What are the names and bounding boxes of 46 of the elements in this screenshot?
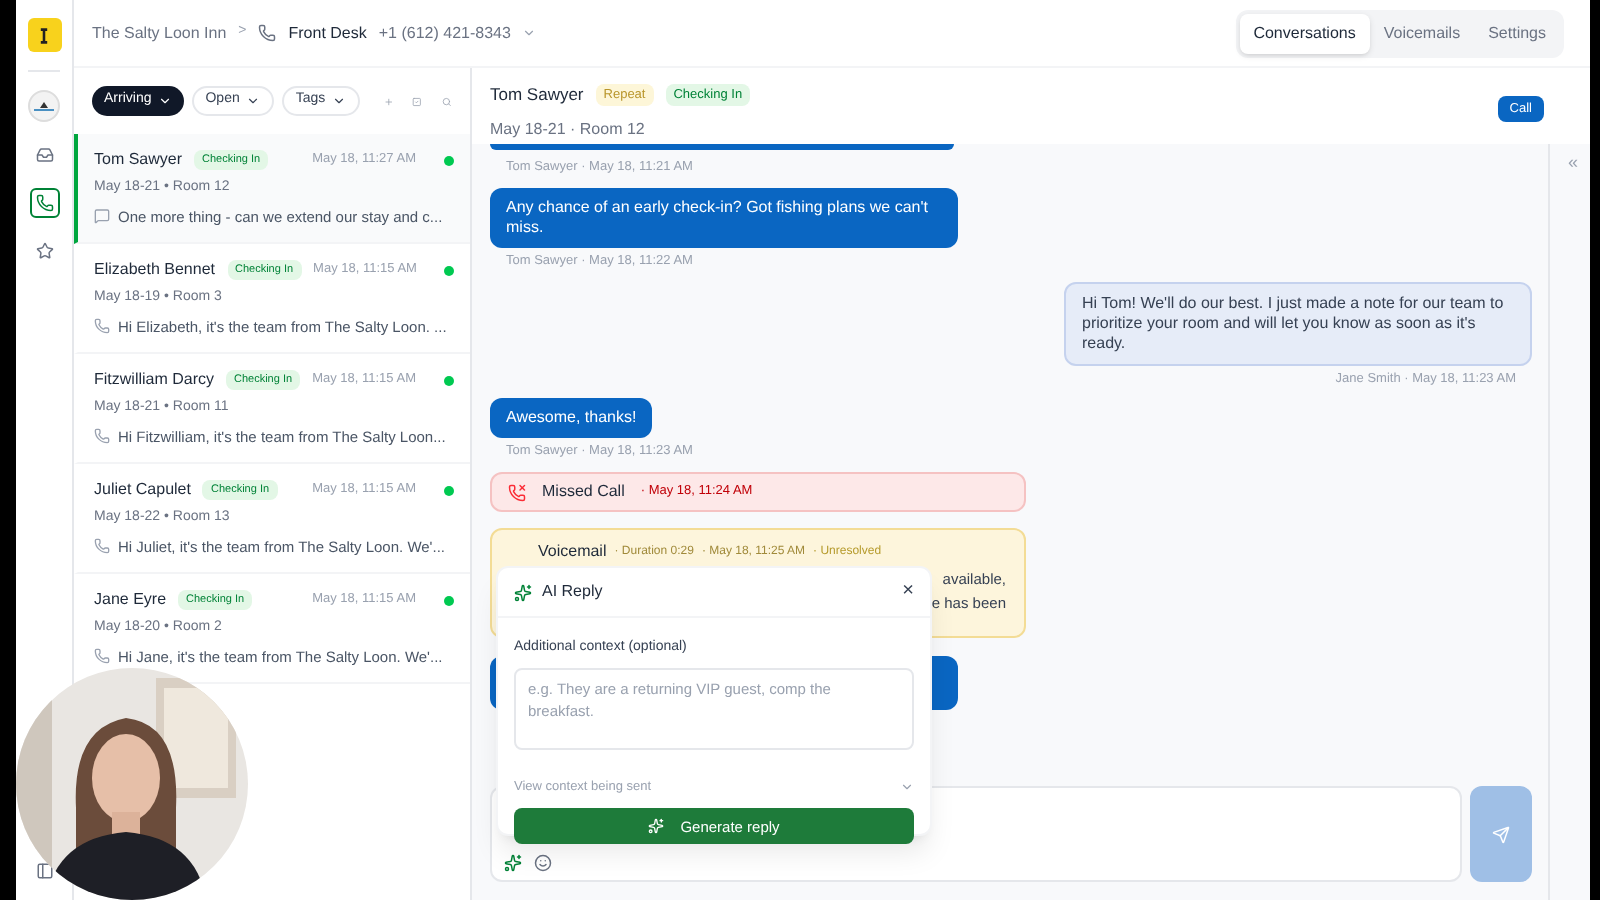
message-bubble: Hi Tom! We'll do our best. I just made a note for our team to prioritize your room and will let you know as soon as it's ready. [1064, 281, 1532, 365]
sidebar-toggle-icon[interactable] [35, 862, 53, 880]
phone-icon [94, 318, 110, 335]
phone-icon [94, 648, 110, 665]
guest-name: Tom Sawyer [94, 148, 183, 172]
guest-name: Elizabeth Bennet [94, 258, 215, 282]
tab[interactable]: Voicemails [1369, 13, 1475, 53]
missed-call-label: Missed Call [542, 480, 625, 504]
property-avatar-icon[interactable] [28, 90, 60, 122]
close-button[interactable]: × [902, 582, 914, 602]
app-logo[interactable] [27, 18, 61, 52]
stay-info: May 18-21 · Room 12 [490, 117, 647, 142]
property-name[interactable]: The Salty Loon Inn [92, 21, 227, 45]
message-bubble: Any chance of an early check-in? Got fishing plans we can't miss. [490, 187, 958, 248]
message-icon [94, 208, 110, 225]
sparkle-icon [648, 818, 665, 835]
phone-icon [94, 538, 110, 555]
logo-icon [36, 25, 52, 45]
inbox-icon [35, 146, 53, 164]
chevron-down-icon [331, 94, 346, 108]
sparkle-icon[interactable] [504, 854, 522, 872]
guest-name: Juliet Capulet [94, 478, 191, 502]
line-name[interactable]: Front Desk [288, 21, 367, 45]
tab[interactable]: Conversations [1239, 13, 1370, 53]
message-bubble: Awesome, thanks! [490, 398, 653, 439]
missed-call-icon [508, 483, 526, 501]
emoji-icon[interactable] [534, 854, 552, 872]
sparkle-icon [514, 583, 532, 601]
popup-title: AI Reply [542, 580, 603, 604]
send-icon [1492, 825, 1510, 843]
chevron-down-icon[interactable] [522, 26, 537, 40]
guest-name: Tom Sawyer [490, 82, 584, 108]
phone-number: +1 (612) 421-8343 [378, 21, 511, 45]
voicemail-label: Voicemail [538, 540, 607, 564]
star-icon [35, 242, 53, 260]
guest-name: Fitzwilliam Darcy [94, 368, 214, 392]
guest-name: Jane Eyre [94, 588, 167, 612]
chevron-down-icon[interactable] [900, 779, 914, 794]
chevron-down-icon [157, 94, 172, 108]
chevron-down-icon [245, 94, 260, 108]
phone-icon [94, 428, 110, 445]
phone-icon [258, 24, 277, 42]
phone-nav-button[interactable] [29, 188, 59, 218]
tab[interactable]: Settings [1474, 13, 1560, 53]
checkbox-icon[interactable] [412, 93, 423, 109]
phone-icon [35, 194, 53, 212]
